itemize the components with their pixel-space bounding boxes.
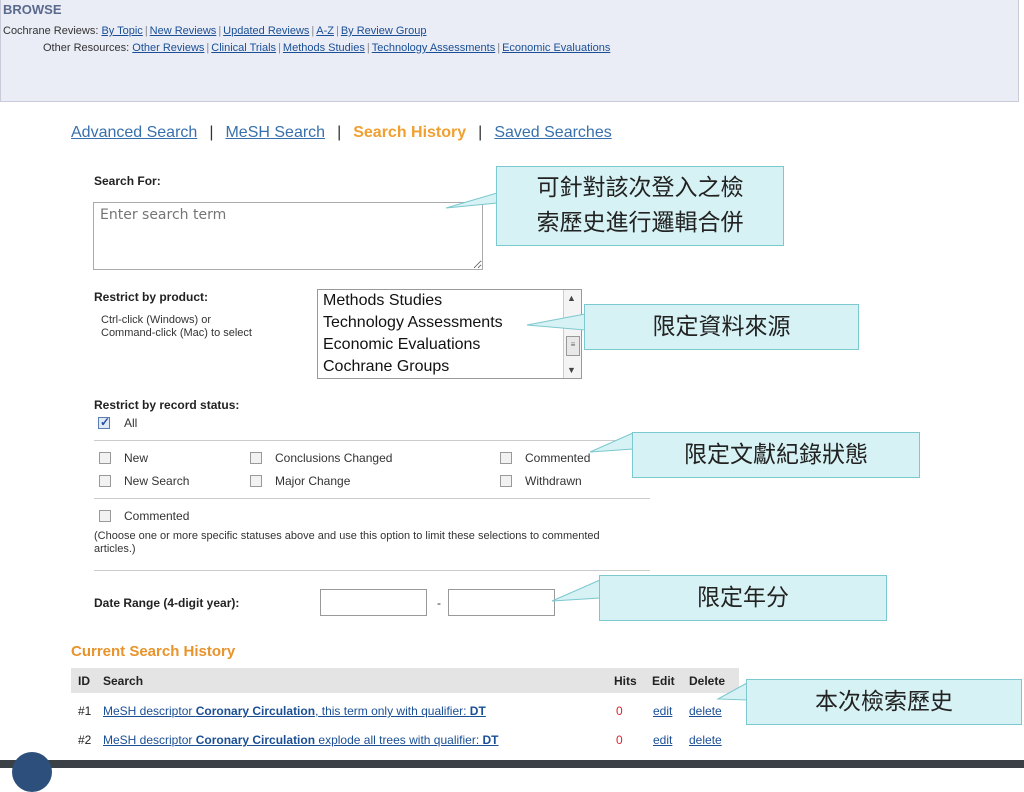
- scroll-thumb[interactable]: ≡: [566, 336, 580, 356]
- link-clinical-trials[interactable]: Clinical Trials: [211, 42, 276, 54]
- link-by-review-group[interactable]: By Review Group: [341, 25, 427, 37]
- row-id: #2: [78, 733, 92, 747]
- divider: [94, 570, 650, 571]
- status-commented-label: Commented: [525, 451, 591, 465]
- link-economic-evaluations[interactable]: Economic Evaluations: [502, 42, 610, 54]
- search-for-label: Search For:: [94, 174, 161, 188]
- reviews-label: Cochrane Reviews:: [3, 25, 99, 37]
- tab-mesh-search[interactable]: MeSH Search: [225, 124, 325, 141]
- link-other-reviews[interactable]: Other Reviews: [132, 42, 204, 54]
- scroll-up-icon[interactable]: ▲: [567, 293, 576, 303]
- status-label: Restrict by record status:: [94, 398, 240, 412]
- col-search: Search: [103, 674, 144, 688]
- row-search-link[interactable]: MeSH descriptor Coronary Circulation, th…: [103, 704, 486, 718]
- link-a-z[interactable]: A-Z: [316, 25, 334, 37]
- status-new-label: New: [124, 451, 149, 465]
- reviews-row: Cochrane Reviews: By Topic | New Reviews | U…: [3, 25, 427, 37]
- status-all-checkbox[interactable]: [98, 415, 110, 429]
- product-hint: Ctrl-click (Windows) or Command-click (M…: [101, 314, 252, 339]
- date-to-input[interactable]: [448, 589, 555, 616]
- tab-search-history[interactable]: Search History: [353, 124, 466, 141]
- product-listbox[interactable]: Methods Studies Technology Assessments E…: [317, 289, 582, 379]
- status-conclusions-changed-label: Conclusions Changed: [275, 451, 393, 465]
- status-new-search-label: New Search: [124, 474, 190, 488]
- status-new-checkbox[interactable]: [99, 452, 111, 464]
- product-label: Restrict by product:: [94, 290, 209, 304]
- status-withdrawn-label: Withdrawn: [525, 474, 582, 488]
- status-major-change-checkbox[interactable]: [250, 475, 262, 487]
- callout-history: 本次檢索歷史: [746, 679, 1022, 725]
- date-dash: -: [437, 596, 441, 610]
- product-option[interactable]: Cochrane Groups: [318, 356, 581, 378]
- status-all-label: All: [124, 416, 138, 430]
- resources-row: Other Resources: Other Reviews | Clinical …: [43, 42, 611, 54]
- col-hits: Hits: [614, 674, 637, 688]
- callout-year: 限定年分: [599, 575, 887, 621]
- status-conclusions-changed-checkbox[interactable]: [250, 452, 262, 464]
- col-edit: Edit: [652, 674, 675, 688]
- search-input[interactable]: [93, 202, 483, 270]
- history-table-header: [71, 668, 739, 693]
- row-hits: 0: [616, 733, 623, 747]
- divider: [94, 498, 650, 499]
- status-note: (Choose one or more specific statuses ab…: [94, 530, 600, 555]
- listbox-scrollbar[interactable]: ▲ ≡ ▼: [563, 290, 581, 378]
- taskbar: [0, 760, 1024, 768]
- date-range-label: Date Range (4-digit year):: [94, 596, 240, 610]
- search-tabs: Advanced Search | MeSH Search | Search Histo…: [71, 124, 612, 141]
- callout-status: 限定文獻紀錄狀態: [632, 432, 920, 478]
- link-new-reviews[interactable]: New Reviews: [150, 25, 217, 37]
- commented-only-checkbox[interactable]: [99, 510, 111, 522]
- link-by-topic[interactable]: By Topic: [101, 25, 142, 37]
- scroll-down-icon[interactable]: ▼: [567, 365, 576, 375]
- col-id: ID: [78, 674, 90, 688]
- link-technology-assessments[interactable]: Technology Assessments: [372, 42, 496, 54]
- row-hits: 0: [616, 704, 623, 718]
- row-delete-link[interactable]: delete: [689, 733, 722, 747]
- start-button-icon[interactable]: [12, 752, 52, 792]
- browse-panel: BROWSE Cochrane Reviews: By Topic | New Re…: [0, 0, 1019, 102]
- browse-title: BROWSE: [3, 2, 62, 17]
- product-option[interactable]: Methods Studies: [318, 290, 581, 312]
- row-search-link[interactable]: MeSH descriptor Coronary Circulation exp…: [103, 733, 498, 747]
- status-commented-checkbox[interactable]: [500, 452, 512, 464]
- tab-saved-searches[interactable]: Saved Searches: [494, 124, 611, 141]
- product-option[interactable]: Technology Assessments: [318, 312, 581, 334]
- row-id: #1: [78, 704, 92, 718]
- col-delete: Delete: [689, 674, 726, 688]
- callout-source: 限定資料來源: [584, 304, 859, 350]
- status-withdrawn-checkbox[interactable]: [500, 475, 512, 487]
- resources-label: Other Resources:: [43, 42, 130, 54]
- date-from-input[interactable]: [320, 589, 427, 616]
- row-edit-link[interactable]: edit: [653, 733, 672, 747]
- status-new-search-checkbox[interactable]: [99, 475, 111, 487]
- row-delete-link[interactable]: delete: [689, 704, 722, 718]
- tab-advanced-search[interactable]: Advanced Search: [71, 124, 197, 141]
- callout-combine: 可針對該次登入之檢 索歷史進行邏輯合併: [496, 166, 784, 246]
- link-updated-reviews[interactable]: Updated Reviews: [223, 25, 309, 37]
- row-edit-link[interactable]: edit: [653, 704, 672, 718]
- product-option[interactable]: Economic Evaluations: [318, 334, 581, 356]
- commented-only-label: Commented: [124, 509, 190, 523]
- history-title: Current Search History: [71, 643, 236, 660]
- link-methods-studies[interactable]: Methods Studies: [283, 42, 365, 54]
- status-major-change-label: Major Change: [275, 474, 351, 488]
- divider: [94, 440, 650, 441]
